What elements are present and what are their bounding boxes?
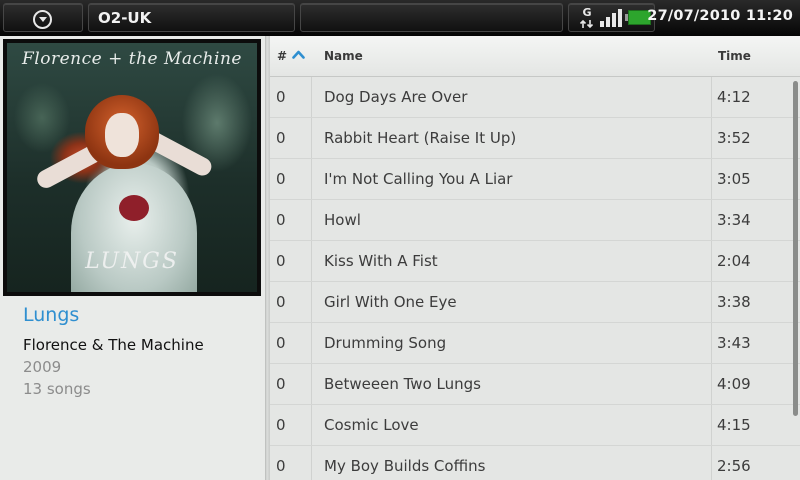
column-header-name-label: Name xyxy=(324,49,363,63)
album-cover-image: Florence + the Machine LUNGS xyxy=(7,43,257,292)
column-header-number-label: # xyxy=(277,49,288,63)
track-rows: 0 Dog Days Are Over 4:12 0 Rabbit Heart … xyxy=(270,77,800,480)
track-name: I'm Not Calling You A Liar xyxy=(324,170,513,188)
track-duration: 3:05 xyxy=(717,170,751,188)
column-header-time[interactable]: Time xyxy=(718,36,751,77)
track-number: 0 xyxy=(276,375,286,393)
track-number: 0 xyxy=(276,170,286,188)
column-header-time-label: Time xyxy=(718,49,751,63)
chevron-down-circle-icon xyxy=(33,10,52,29)
track-name: Betweeen Two Lungs xyxy=(324,375,481,393)
track-number: 0 xyxy=(276,293,286,311)
track-duration: 2:04 xyxy=(717,252,751,270)
track-row[interactable]: 0 Betweeen Two Lungs 4:09 xyxy=(270,364,800,405)
cover-album-lettering: LUNGS xyxy=(85,249,179,274)
track-row[interactable]: 0 Girl With One Eye 3:38 xyxy=(270,282,800,323)
track-number: 0 xyxy=(276,416,286,434)
track-name: Girl With One Eye xyxy=(324,293,457,311)
track-row[interactable]: 0 I'm Not Calling You A Liar 3:05 xyxy=(270,159,800,200)
album-title: Lungs xyxy=(23,304,80,326)
album-info-panel: Florence + the Machine LUNGS Lungs Flore… xyxy=(0,36,265,480)
track-duration: 3:34 xyxy=(717,211,751,229)
track-duration: 2:56 xyxy=(717,457,751,475)
album-year: 2009 xyxy=(23,358,62,376)
track-duration: 4:09 xyxy=(717,375,751,393)
track-name: My Boy Builds Coffins xyxy=(324,457,486,475)
data-g-icon: G xyxy=(579,6,595,29)
track-row[interactable]: 0 Cosmic Love 4:15 xyxy=(270,405,800,446)
chevron-up-icon[interactable] xyxy=(292,50,305,59)
track-number: 0 xyxy=(276,457,286,475)
scrollbar-thumb[interactable] xyxy=(793,81,798,416)
signal-strength-icon xyxy=(600,9,622,27)
track-duration: 3:43 xyxy=(717,334,751,352)
status-bar: O2-UK G 27/07/2010 11:20 xyxy=(0,0,800,36)
track-name: Cosmic Love xyxy=(324,416,419,434)
track-duration: 3:52 xyxy=(717,129,751,147)
column-header-number[interactable]: # xyxy=(277,36,287,77)
track-name: Kiss With A Fist xyxy=(324,252,438,270)
track-number: 0 xyxy=(276,211,286,229)
carrier-segment: O2-UK xyxy=(88,3,295,32)
track-number: 0 xyxy=(276,334,286,352)
track-name: Howl xyxy=(324,211,361,229)
status-icons: G xyxy=(568,3,655,32)
track-row[interactable]: 0 Rabbit Heart (Raise It Up) 3:52 xyxy=(270,118,800,159)
track-duration: 4:15 xyxy=(717,416,751,434)
track-number: 0 xyxy=(276,252,286,270)
track-name: Rabbit Heart (Raise It Up) xyxy=(324,129,517,147)
track-list-header: # Name Time xyxy=(270,36,800,77)
network-type-label: G xyxy=(582,6,592,19)
track-name: Drumming Song xyxy=(324,334,447,352)
cover-band-lettering: Florence + the Machine xyxy=(22,49,242,69)
column-header-name[interactable]: Name xyxy=(324,36,363,77)
track-name: Dog Days Are Over xyxy=(324,88,468,106)
track-row[interactable]: 0 Howl 3:34 xyxy=(270,200,800,241)
album-artist: Florence & The Machine xyxy=(23,336,204,354)
track-duration: 4:12 xyxy=(717,88,751,106)
notification-area[interactable] xyxy=(300,3,563,32)
album-cover-art[interactable]: Florence + the Machine LUNGS xyxy=(3,39,261,296)
track-duration: 3:38 xyxy=(717,293,751,311)
track-row[interactable]: 0 Drumming Song 3:43 xyxy=(270,323,800,364)
track-number: 0 xyxy=(276,88,286,106)
track-list: # Name Time 0 Dog Days Are Over 4:12 0 R… xyxy=(270,36,800,480)
track-row[interactable]: 0 Dog Days Are Over 4:12 xyxy=(270,77,800,118)
track-number: 0 xyxy=(276,129,286,147)
album-song-count: 13 songs xyxy=(23,380,91,398)
datetime-clock: 27/07/2010 11:20 xyxy=(647,8,793,24)
track-row[interactable]: 0 Kiss With A Fist 2:04 xyxy=(270,241,800,282)
track-row[interactable]: 0 My Boy Builds Coffins 2:56 xyxy=(270,446,800,480)
notification-menu-button[interactable] xyxy=(3,3,83,32)
carrier-name: O2-UK xyxy=(98,9,152,27)
